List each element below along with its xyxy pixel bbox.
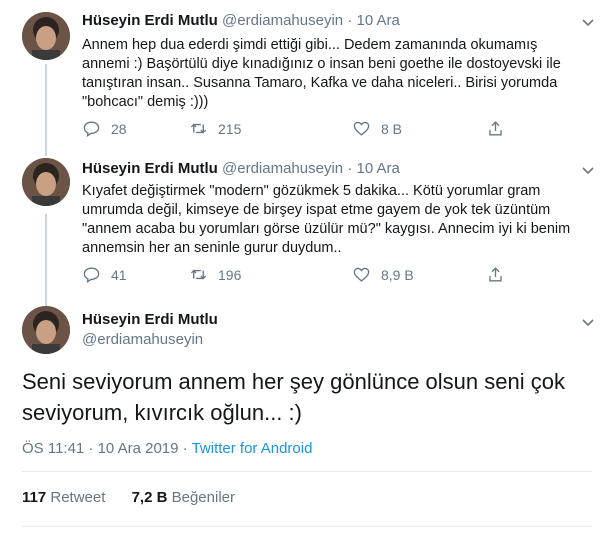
tweet-actions: 28 215 8 B [82, 119, 522, 139]
separator: · [347, 12, 353, 29]
like-icon [353, 121, 370, 136]
retweet-icon [190, 269, 207, 280]
main-tweet: Hüseyin Erdi Mutlu @erdiamahuseyin Seni … [0, 300, 614, 533]
thread-connector [45, 214, 47, 304]
tweet-timestamp: ÖS 11:41 · 10 Ara 2019 · Twitter for And… [22, 440, 312, 457]
tweet-text: Annem hep dua ederdi şimdi ettiği gibi..… [82, 37, 561, 110]
author-handle[interactable]: @erdiamahuseyin [222, 160, 343, 177]
author-name[interactable]: Hüseyin Erdi Mutlu [82, 12, 218, 29]
retweet-button[interactable]: 196 [189, 265, 241, 284]
divider [22, 526, 592, 527]
avatar[interactable] [22, 306, 70, 354]
main-tweet-text: Seni seviyorum annem her şey gönlünce ol… [22, 369, 565, 425]
avatar[interactable] [22, 158, 70, 206]
like-icon [353, 267, 370, 282]
tweet-header: Hüseyin Erdi Mutlu @erdiamahuseyin · 10 … [82, 12, 400, 29]
chevron-down-icon[interactable] [580, 162, 596, 178]
tweet-stats: 117 Retweet 7,2 B Beğeniler [22, 489, 257, 506]
reply-icon [83, 267, 100, 283]
retweet-total[interactable]: 117 [22, 489, 46, 506]
like-total-label[interactable]: Beğeniler [172, 489, 235, 506]
author-name[interactable]: Hüseyin Erdi Mutlu [82, 160, 218, 177]
tweet-date[interactable]: 10 Ara [356, 160, 399, 177]
retweet-count: 215 [218, 120, 242, 137]
chevron-down-icon[interactable] [580, 14, 596, 30]
tweet-header: Hüseyin Erdi Mutlu @erdiamahuseyin · 10 … [82, 160, 400, 177]
retweet-count: 196 [218, 266, 242, 283]
thread-tweet-1[interactable]: Hüseyin Erdi Mutlu @erdiamahuseyin · 10 … [0, 0, 614, 154]
author-handle-text[interactable]: @erdiamahuseyin [82, 331, 203, 348]
share-button[interactable] [486, 119, 515, 138]
author-handle[interactable]: @erdiamahuseyin [82, 331, 203, 348]
divider [22, 471, 592, 472]
thread-connector [45, 64, 47, 154]
tweet-actions: 41 196 8,9 B [82, 265, 522, 285]
avatar[interactable] [22, 12, 70, 60]
tweet-text: Kıyafet değiştirmek "modern" gözükmek 5 … [82, 183, 571, 256]
like-count: 8,9 B [381, 266, 414, 283]
like-button[interactable]: 8 B [352, 119, 402, 138]
retweet-total-label[interactable]: Retweet [50, 489, 105, 506]
tweet-date[interactable]: 10 Ara [356, 12, 399, 29]
share-icon [489, 121, 502, 136]
reply-count: 41 [111, 266, 127, 283]
share-icon [489, 267, 502, 282]
tweet-time[interactable]: ÖS 11:41 · 10 Ara 2019 · [22, 440, 192, 457]
author-name[interactable]: Hüseyin Erdi Mutlu [82, 311, 218, 328]
like-button[interactable]: 8,9 B [352, 265, 414, 284]
reply-count: 28 [111, 120, 127, 137]
like-count: 8 B [381, 120, 403, 137]
retweet-button[interactable]: 215 [189, 119, 241, 138]
author-name-text[interactable]: Hüseyin Erdi Mutlu [82, 311, 218, 328]
retweet-icon [190, 123, 207, 134]
share-button[interactable] [486, 265, 515, 284]
chevron-down-icon[interactable] [580, 314, 596, 330]
reply-button[interactable]: 28 [82, 119, 127, 138]
reply-button[interactable]: 41 [82, 265, 127, 284]
reply-icon [83, 121, 100, 137]
like-total[interactable]: 7,2 B [132, 489, 168, 506]
thread-tweet-2[interactable]: Hüseyin Erdi Mutlu @erdiamahuseyin · 10 … [0, 150, 614, 304]
tweet-source-link[interactable]: Twitter for Android [192, 440, 313, 457]
author-handle[interactable]: @erdiamahuseyin [222, 12, 343, 29]
thread-connector [45, 150, 47, 156]
separator: · [347, 160, 353, 177]
